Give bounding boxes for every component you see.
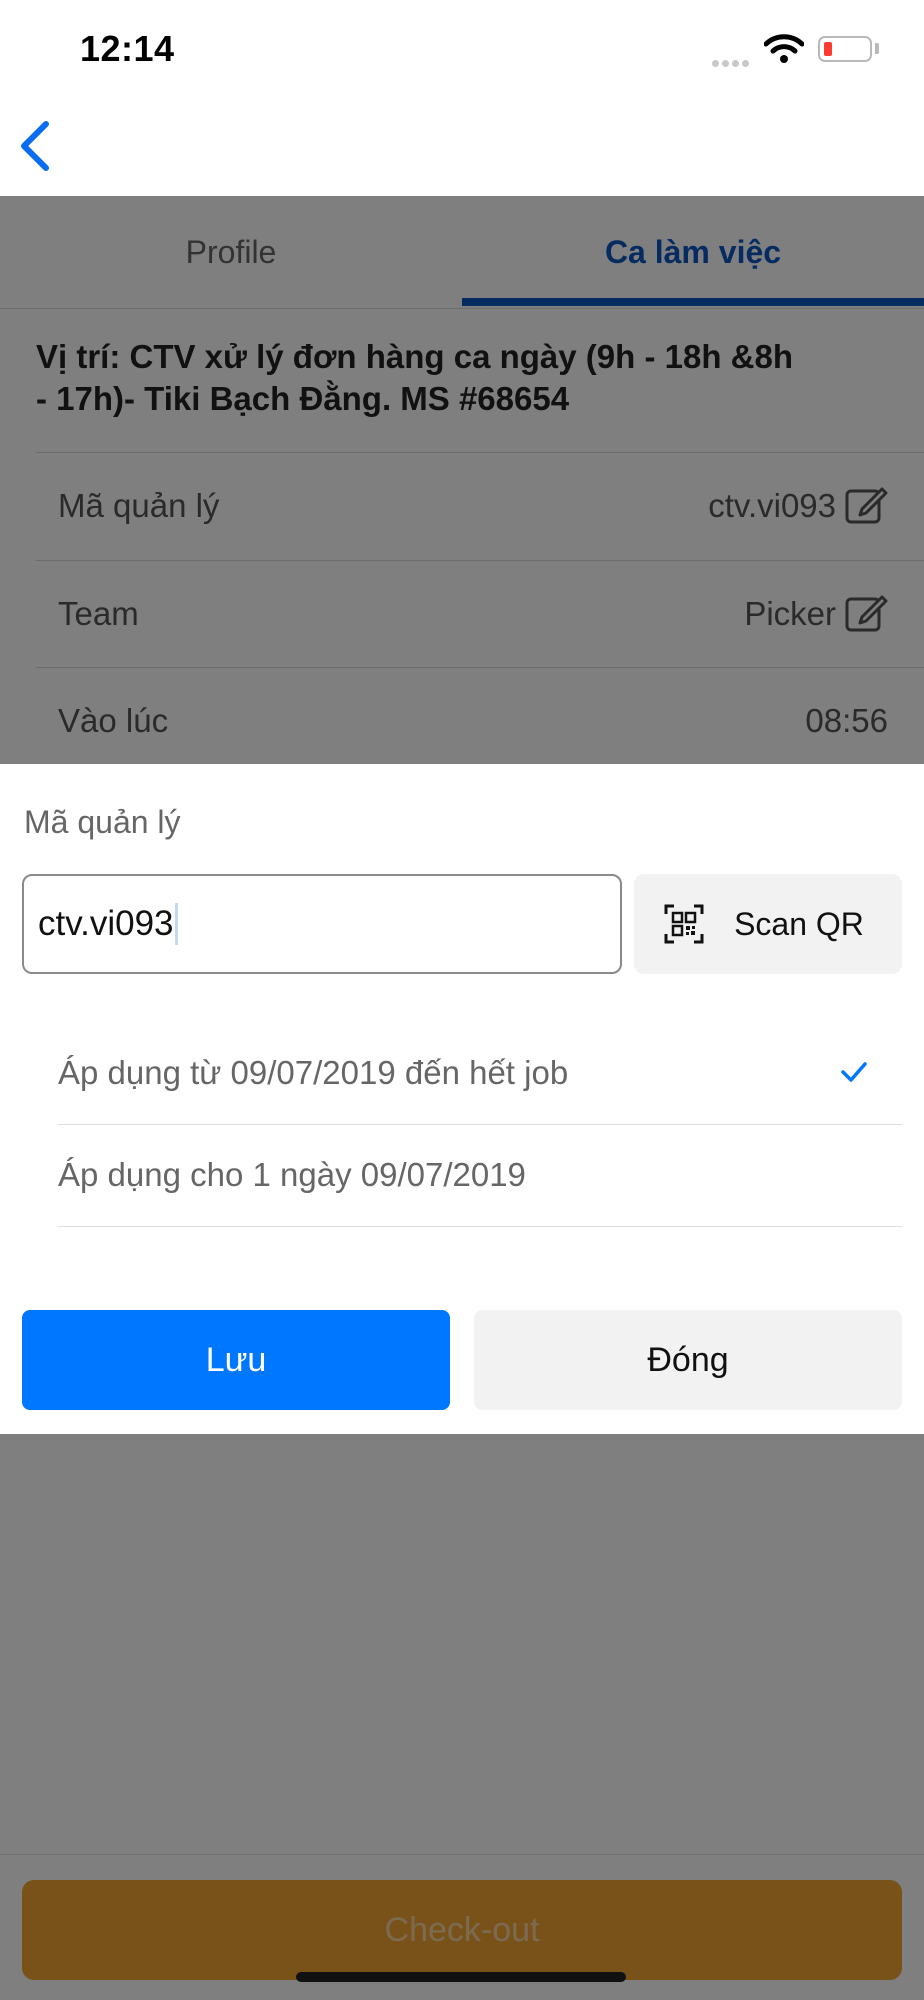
checkmark-icon <box>841 1062 867 1082</box>
wifi-icon <box>764 34 804 63</box>
option-apply-until-end[interactable]: Áp dụng từ 09/07/2019 đến hết job <box>58 1022 902 1125</box>
save-button[interactable]: Lưu <box>22 1310 450 1410</box>
qr-code-icon <box>664 904 704 944</box>
back-chevron-icon[interactable] <box>14 118 58 174</box>
input-value: ctv.vi093 <box>38 904 174 943</box>
scan-qr-button[interactable]: Scan QR <box>634 874 902 974</box>
scan-qr-label: Scan QR <box>734 905 864 942</box>
close-button[interactable]: Đóng <box>474 1310 902 1410</box>
option-apply-one-day[interactable]: Áp dụng cho 1 ngày 09/07/2019 <box>58 1124 902 1227</box>
battery-icon <box>818 36 872 62</box>
option-label: Áp dụng từ 09/07/2019 đến hết job <box>58 1054 569 1091</box>
home-indicator <box>296 1972 626 1982</box>
status-time: 12:14 <box>80 28 175 69</box>
signal-icon <box>712 54 752 72</box>
field-label: Mã quản lý <box>24 804 181 840</box>
manager-code-input[interactable]: ctv.vi093 <box>22 874 622 974</box>
option-label: Áp dụng cho 1 ngày 09/07/2019 <box>58 1156 526 1193</box>
edit-manager-code-modal: Mã quản lý ctv.vi093 Scan QR Áp dụng từ … <box>0 764 924 1434</box>
battery-cap <box>875 43 879 54</box>
text-caret <box>174 903 178 945</box>
